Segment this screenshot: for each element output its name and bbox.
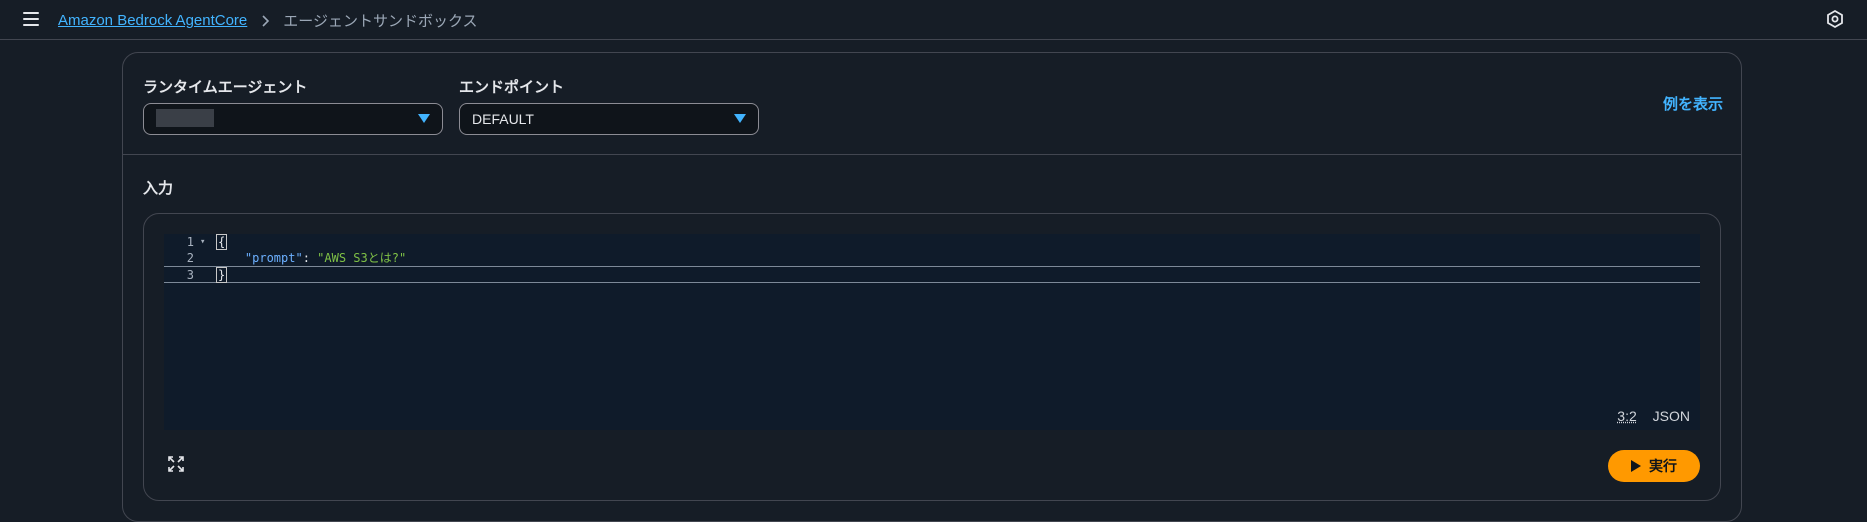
fold-toggle-icon[interactable]: ▾	[200, 234, 205, 251]
runtime-agent-label: ランタイムエージェント	[143, 78, 308, 96]
code-line-active: 3 }	[164, 266, 1700, 283]
runtime-agent-field: ランタイムエージェント	[143, 77, 443, 135]
endpoint-field: エンドポイント DEFAULT	[459, 77, 759, 135]
config-header: ランタイムエージェント エンドポイント DEFAULT 例を表示	[123, 53, 1741, 155]
cursor-position[interactable]: 3:2	[1617, 408, 1636, 424]
top-bar: Amazon Bedrock AgentCore エージェントサンドボックス	[0, 0, 1867, 40]
endpoint-select[interactable]: DEFAULT	[459, 103, 759, 135]
caret-down-icon	[418, 114, 430, 123]
input-editor-container: 1 ▾ { 2 "prompt": "AWS S3とは?" 3 } 3:2 JS…	[143, 213, 1721, 501]
run-button-label: 実行	[1649, 458, 1677, 474]
open-brace: {	[216, 234, 228, 250]
sandbox-card: ランタイムエージェント エンドポイント DEFAULT 例を表示 入力 1 ▾ …	[122, 52, 1742, 522]
play-icon	[1631, 460, 1641, 472]
breadcrumb: Amazon Bedrock AgentCore エージェントサンドボックス	[58, 10, 478, 31]
editor-status-bar: 3:2 JSON	[1617, 408, 1690, 424]
breadcrumb-current: エージェントサンドボックス	[283, 12, 478, 30]
run-button[interactable]: 実行	[1608, 450, 1700, 482]
caret-down-icon	[734, 114, 746, 123]
json-string-value: "AWS S3とは?"	[317, 251, 407, 265]
line-number: 1	[186, 235, 194, 249]
chevron-right-icon	[257, 13, 273, 29]
close-brace: }	[216, 267, 228, 283]
language-mode: JSON	[1652, 408, 1690, 424]
show-example-link[interactable]: 例を表示	[1663, 93, 1723, 114]
runtime-agent-value	[156, 109, 214, 127]
menu-icon[interactable]	[23, 12, 39, 26]
json-code-editor[interactable]: 1 ▾ { 2 "prompt": "AWS S3とは?" 3 } 3:2 JS…	[164, 234, 1700, 430]
json-colon: :	[302, 251, 318, 265]
input-section-title: 入力	[143, 179, 174, 197]
breadcrumb-root-link[interactable]: Amazon Bedrock AgentCore	[58, 12, 247, 29]
settings-icon[interactable]	[1825, 9, 1845, 29]
code-line: 1 ▾ {	[164, 234, 1700, 251]
line-number: 2	[186, 251, 194, 265]
endpoint-label: エンドポイント	[459, 78, 565, 96]
json-key: "prompt"	[244, 251, 303, 265]
runtime-agent-select[interactable]	[143, 103, 443, 135]
code-line: 2 "prompt": "AWS S3とは?"	[164, 250, 1700, 267]
line-number: 3	[186, 268, 194, 282]
endpoint-value: DEFAULT	[472, 111, 534, 127]
expand-icon[interactable]	[168, 456, 184, 472]
